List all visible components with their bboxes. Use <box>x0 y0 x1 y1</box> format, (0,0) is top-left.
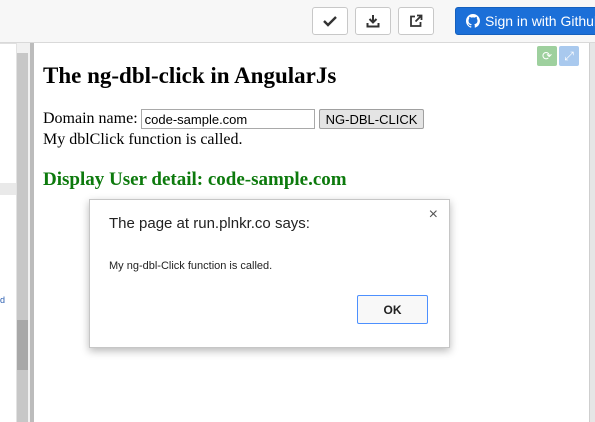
ng-dbl-click-button[interactable]: NG-DBL-CLICK <box>318 109 425 129</box>
editor-text-fragment: d <box>0 295 6 305</box>
external-link-icon <box>410 14 423 27</box>
page-title: The ng-dbl-click in AngularJs <box>43 63 337 88</box>
expand-preview-button[interactable]: ⤢ <box>559 46 579 66</box>
close-icon[interactable]: × <box>429 206 438 224</box>
domain-row: Domain name: NG-DBL-CLICK <box>43 109 425 129</box>
editor-line <box>0 43 16 44</box>
sign-in-github-button[interactable]: Sign in with Github <box>455 7 595 35</box>
expand-icon: ⤢ <box>564 48 574 63</box>
refresh-icon: ⟳ <box>541 48 553 63</box>
preview-controls: ⟳ ⤢ <box>537 46 579 66</box>
editor-pane-edge: d <box>0 43 16 422</box>
download-button[interactable] <box>355 7 391 35</box>
called-message: My dblClick function is called. <box>43 131 243 148</box>
ok-button[interactable]: OK <box>357 295 428 324</box>
refresh-preview-button[interactable]: ⟳ <box>537 46 557 66</box>
domain-name-input[interactable] <box>140 109 315 129</box>
domain-label: Domain name: <box>43 110 138 127</box>
editor-highlight <box>0 183 16 195</box>
sign-in-label: Sign in with Github <box>485 13 595 29</box>
dialog-message: My ng-dbl-Click function is called. <box>109 260 273 272</box>
editor-scrollbar-thumb-active[interactable] <box>17 320 28 370</box>
dialog-title: The page at run.plnkr.co says: <box>109 215 310 232</box>
download-icon <box>366 15 380 28</box>
github-icon <box>466 14 480 28</box>
preview-right-edge <box>589 43 595 422</box>
alert-dialog: The page at run.plnkr.co says: × My ng-d… <box>89 199 450 348</box>
user-detail-heading: Display User detail: code-sample.com <box>43 169 347 190</box>
check-button[interactable] <box>312 7 348 35</box>
top-toolbar: Sign in with Github <box>0 0 595 43</box>
open-external-button[interactable] <box>398 7 434 35</box>
check-icon <box>323 16 337 27</box>
